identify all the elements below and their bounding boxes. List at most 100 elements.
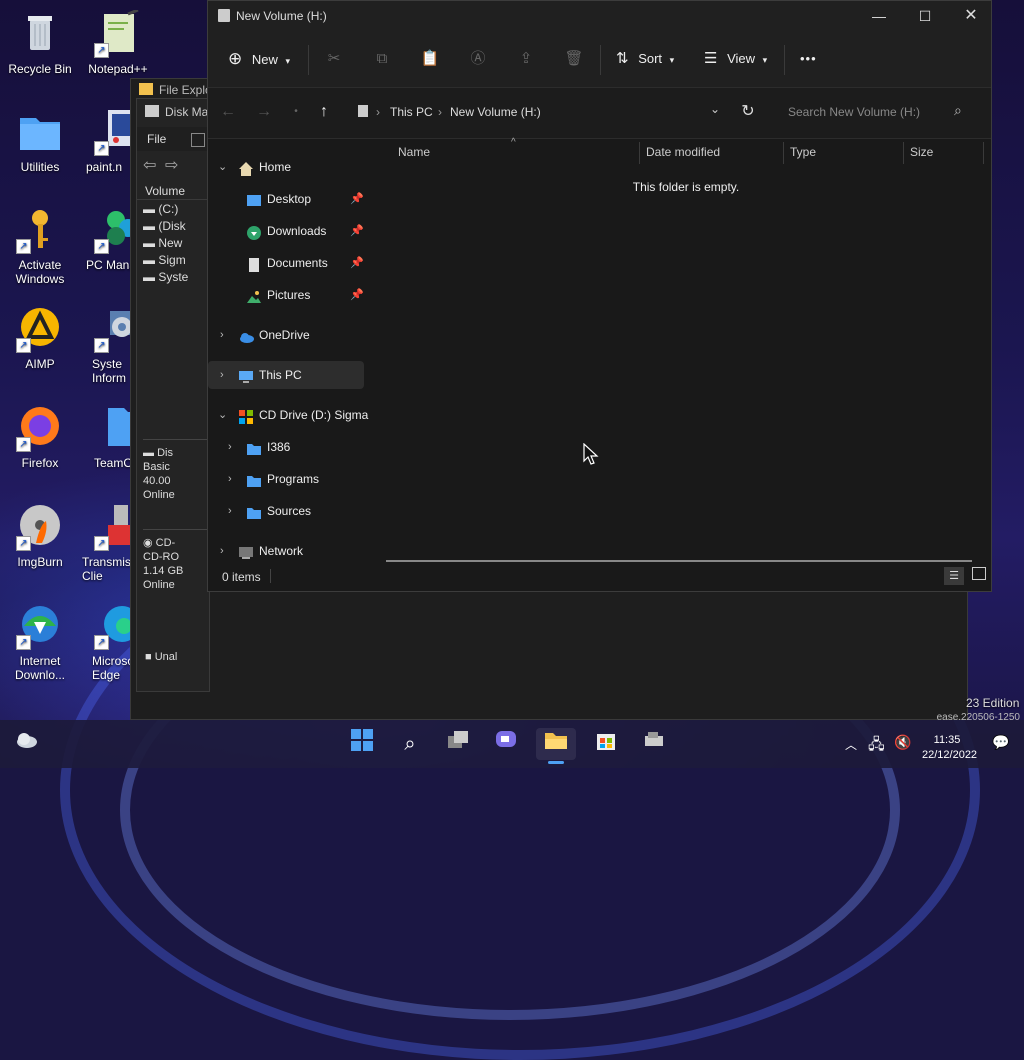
tiles-view-icon[interactable] — [972, 567, 986, 580]
desktop-icon-notepadpp[interactable]: ↗ Notepad++ — [78, 8, 158, 76]
disk1-panel[interactable]: ◉ CD- CD-RO 1.14 GB Online — [143, 529, 209, 620]
command-bar: ⊕ New ▾ ✂ ⧉ 📋 Ⓐ ⇪ 🗑 ⇅ Sort ▾ ☰ View ▾ ••… — [208, 31, 991, 88]
nav-item-sources[interactable]: › Sources — [208, 497, 374, 525]
home-icon — [238, 159, 254, 176]
desktop-icon-aimp[interactable]: ↗ AIMP — [0, 305, 80, 371]
rename-icon[interactable]: Ⓐ — [466, 47, 490, 71]
column-header-size[interactable]: Size — [910, 145, 933, 159]
column-header-name[interactable]: Name — [398, 145, 430, 159]
teams-chat-icon[interactable] — [490, 728, 522, 760]
nav-item-downloads[interactable]: Downloads 📌 — [208, 217, 374, 245]
nav-item-documents[interactable]: Documents 📌 — [208, 249, 374, 277]
delete-icon[interactable]: 🗑 — [562, 47, 586, 71]
disk-management-title: Disk Ma — [165, 105, 209, 119]
shortcut-arrow-icon: ↗ — [94, 635, 109, 650]
view-button[interactable]: ☰ View ▾ — [704, 45, 767, 73]
copy-icon[interactable]: ⧉ — [370, 47, 394, 71]
horizontal-scrollbar[interactable] — [386, 560, 972, 562]
volume-row[interactable]: ▬ (Disk — [143, 218, 188, 235]
pin-icon[interactable]: 📌 — [350, 185, 364, 213]
address-bar-row: ← → • ↑ › This PC › New Volume (H:) ⌄ ↻ … — [208, 88, 991, 139]
nav-item-i386[interactable]: › I386 — [208, 433, 374, 461]
pin-icon[interactable]: 📌 — [350, 281, 364, 309]
notifications-icon[interactable]: 💬 — [992, 734, 1009, 751]
nav-item-desktop[interactable]: Desktop 📌 — [208, 185, 374, 213]
breadcrumb-this-pc[interactable]: This PC — [390, 105, 433, 119]
nav-item-onedrive[interactable]: › OneDrive — [208, 321, 374, 349]
disk0-panel[interactable]: ▬ Dis Basic 40.00 Online — [143, 439, 209, 530]
disk-management-window[interactable]: Disk Ma File ⇦ ⇨ Volume ▬ (C:) ▬ (Disk ▬… — [136, 98, 210, 692]
file-list[interactable]: ^ Name Date modified Type Size This fold… — [386, 137, 991, 562]
recent-locations-icon[interactable]: • — [286, 102, 306, 122]
clock[interactable]: 11:35 22/12/2022 — [922, 733, 977, 763]
search-icon[interactable]: ⌕ — [394, 728, 426, 760]
back-icon[interactable]: ← — [218, 102, 238, 122]
title-bar[interactable]: New Volume (H:) — ☐ ✕ — [208, 1, 991, 31]
network-status-icon[interactable]: 🖧 — [868, 734, 885, 759]
desktop-icon-recycle-bin[interactable]: Recycle Bin — [0, 10, 80, 76]
shortcut-arrow-icon: ↗ — [94, 239, 109, 254]
pin-icon[interactable]: 📌 — [350, 249, 364, 277]
nav-item-this-pc[interactable]: › This PC — [208, 361, 364, 389]
shortcut-arrow-icon: ↗ — [94, 338, 109, 353]
nav-item-programs[interactable]: › Programs — [208, 465, 374, 493]
breadcrumb-separator-icon: › — [376, 105, 380, 119]
up-icon[interactable]: ↑ — [314, 102, 334, 122]
nav-item-pictures[interactable]: Pictures 📌 — [208, 281, 374, 309]
window-title: New Volume (H:) — [236, 9, 327, 23]
downloads-icon — [246, 223, 262, 240]
imgburn-icon: ↗ — [16, 503, 64, 551]
cut-icon[interactable]: ✂ — [322, 47, 346, 71]
taskbar: ⌕ ︿ 🖧 🔇 11:35 22/12/2022 💬 — [0, 720, 1024, 768]
forward-icon[interactable]: → — [254, 102, 274, 122]
volume-row[interactable]: ▬ New — [143, 235, 188, 252]
disk-management-icon — [145, 105, 159, 117]
task-view-icon[interactable] — [442, 728, 474, 760]
new-button[interactable]: ⊕ New ▾ — [228, 45, 290, 73]
more-options-button[interactable]: ••• — [800, 45, 817, 73]
desktop-icon-activate-windows[interactable]: ↗ Activate Windows — [0, 206, 80, 286]
chevron-right-icon: › — [228, 505, 232, 517]
back-arrow-icon[interactable]: ⇦ — [143, 155, 156, 175]
maximize-button[interactable]: ☐ — [902, 1, 948, 31]
address-field[interactable]: › This PC › New Volume (H:) ⌄ — [354, 98, 720, 126]
volume-row[interactable]: ▬ Syste — [143, 269, 188, 286]
microsoft-store-icon[interactable] — [590, 728, 622, 760]
file-explorer-taskbar-icon[interactable] — [536, 728, 576, 764]
nav-item-home[interactable]: ⌄ Home — [208, 153, 374, 181]
chevron-up-icon[interactable]: ︿ — [845, 736, 857, 753]
forward-arrow-icon[interactable]: ⇨ — [165, 155, 178, 175]
menu-file[interactable]: File — [147, 132, 166, 146]
menu-action-icon[interactable] — [191, 133, 205, 147]
desktop-icon-internet-download-manager[interactable]: ↗ Internet Downlo... — [0, 602, 80, 682]
sort-button[interactable]: ⇅ Sort ▾ — [616, 45, 674, 73]
search-input[interactable]: Search New Volume (H:) ⌕ — [776, 98, 976, 126]
details-view-icon[interactable]: ☰ — [944, 567, 964, 585]
volume-row[interactable]: ▬ Sigm — [143, 252, 188, 269]
nav-item-network[interactable]: › Network — [208, 537, 374, 565]
volume-row[interactable]: ▬ (C:) — [143, 201, 188, 218]
breadcrumb-new-volume[interactable]: New Volume (H:) — [450, 105, 541, 119]
desktop-icon-utilities[interactable]: Utilities — [0, 108, 80, 174]
explorer-window[interactable]: New Volume (H:) — ☐ ✕ ⊕ New ▾ ✂ ⧉ 📋 Ⓐ ⇪ … — [207, 0, 992, 592]
volume-muted-icon[interactable]: 🔇 — [894, 734, 911, 751]
close-button[interactable]: ✕ — [948, 1, 994, 31]
shortcut-arrow-icon: ↗ — [16, 437, 31, 452]
minimize-button[interactable]: — — [856, 1, 902, 31]
chevron-down-icon[interactable]: ⌄ — [710, 102, 720, 116]
desktop-icon-firefox[interactable]: ↗ Firefox — [0, 404, 80, 470]
chevron-down-icon: ▾ — [669, 55, 675, 65]
volume-column-header[interactable]: Volume — [145, 184, 185, 198]
drive-icon — [218, 9, 230, 22]
column-header-date-modified[interactable]: Date modified — [646, 145, 720, 159]
weather-icon[interactable] — [10, 728, 42, 760]
share-icon[interactable]: ⇪ — [514, 47, 538, 71]
paste-icon[interactable]: 📋 — [418, 47, 442, 71]
desktop-icon-imgburn[interactable]: ↗ ImgBurn — [0, 503, 80, 569]
start-button-icon[interactable] — [346, 728, 378, 760]
pin-icon[interactable]: 📌 — [350, 217, 364, 245]
nav-item-cd-drive[interactable]: ⌄ CD Drive (D:) Sigma — [208, 401, 374, 429]
column-header-type[interactable]: Type — [790, 145, 816, 159]
refresh-icon[interactable]: ↻ — [738, 102, 758, 122]
disk-management-taskbar-icon[interactable] — [638, 728, 670, 760]
